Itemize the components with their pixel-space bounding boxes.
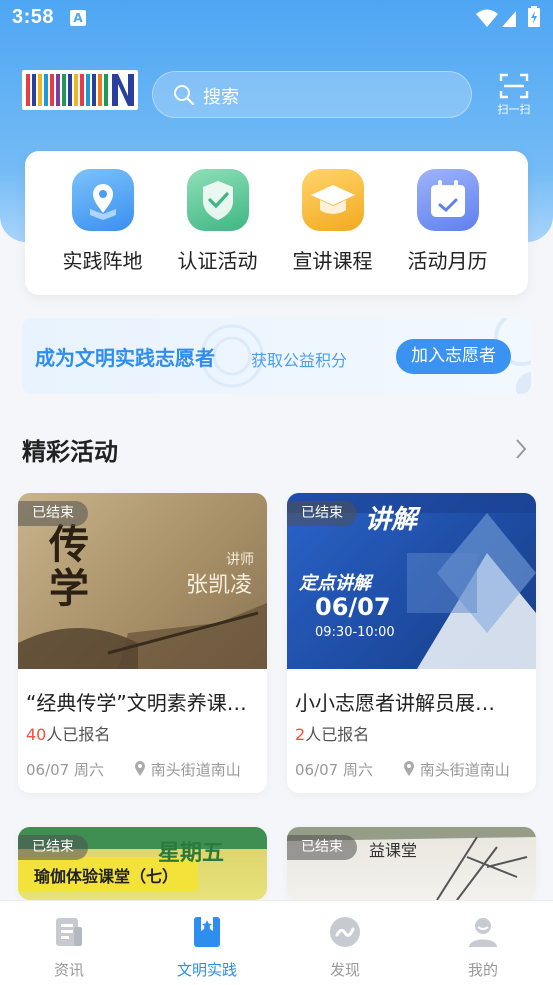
join-volunteer-button[interactable]: 加入志愿者 [396,339,511,374]
quick-entry-label: 认证活动 [177,249,258,273]
quick-entry-activity-calendar[interactable]: 活动月历 [390,169,505,274]
tab-civilization-practice[interactable]: 文明实践 [157,915,257,980]
activity-thumbnail: 益课堂 已结束 [287,827,536,900]
section-title: 精彩活动 [22,438,118,466]
tab-label: 文明实践 [176,961,237,979]
quick-entry-label: 实践阵地 [62,249,143,273]
activity-card[interactable]: 讲解 定点讲解 06/07 09:30-10:00 已结束 小小志愿者讲解员展…… [287,493,536,793]
location-pin-icon [135,761,145,776]
activity-thumbnail: 星期五 瑜伽体验课堂（七） 已结束 [18,827,267,900]
profile-icon [469,918,497,947]
signup-suffix: 人已报名 [305,725,370,744]
search-icon [174,85,195,106]
activity-card[interactable]: 星期五 瑜伽体验课堂（七） 已结束 [18,827,267,900]
bookmark-star-icon [194,917,220,947]
activity-title: “经典传学”文明素养课… [26,691,247,715]
battery-icon [528,6,540,27]
status-badge: 已结束 [287,835,357,860]
tab-news[interactable]: 资讯 [19,915,119,980]
tab-label: 发现 [329,961,360,979]
signup-info: 2人已报名 [295,721,369,745]
shield-check-icon [186,169,249,231]
status-badge: 已结束 [287,501,357,526]
signup-count: 40 [26,725,47,744]
banner-title: 成为文明实践志愿者 [35,346,215,370]
signup-count: 2 [295,725,306,744]
activity-card[interactable]: 益课堂 已结束 [287,827,536,900]
location-text: 南头街道南山 [150,761,241,779]
signup-info: 40人已报名 [26,721,110,745]
discover-icon [330,917,360,947]
app-logo [22,70,138,110]
activity-thumbnail: 讲解 定点讲解 06/07 09:30-10:00 已结束 [287,493,536,669]
thumbnail-time: 09:30-10:00 [315,625,395,640]
activity-card[interactable]: 传学 讲师 张凯凌 已结束 “经典传学”文明素养课… 40人已报名 06/07 … [18,493,267,793]
tab-discover[interactable]: 发现 [295,915,395,980]
thumbnail-title: 讲解 [365,505,418,535]
tab-label: 我的 [467,961,498,979]
activity-thumbnail: 传学 讲师 张凯凌 已结束 [18,493,267,669]
activity-date: 06/07 周六 [295,761,373,779]
tab-profile[interactable]: 我的 [433,915,533,980]
volunteer-banner[interactable]: 成为文明实践志愿者 获取公益积分 加入志愿者 [22,318,531,394]
scan-icon [499,73,529,99]
graduation-cap-icon [301,169,364,231]
quick-entry-lecture-course[interactable]: 宣讲课程 [275,169,390,274]
quick-entry-label: 活动月历 [407,249,488,273]
tab-label: 资讯 [53,961,84,979]
location-pin-icon [404,761,414,776]
search-input[interactable]: 搜索 [152,71,472,118]
thumbnail-date: 06/07 [315,593,391,621]
bottom-tab-bar: 资讯 文明实践 发现 我的 [0,900,553,985]
wifi-icon [476,9,498,27]
status-bar: 3:58 A [0,0,553,38]
status-badge: 已结束 [18,835,88,860]
news-icon [56,918,82,946]
location-text: 南头街道南山 [419,761,510,779]
quick-entry-certified-activity[interactable]: 认证活动 [160,169,275,274]
status-time: 3:58 [12,6,55,28]
thumbnail-subtitle: 瑜伽体验课堂（七） [34,867,179,886]
chevron-right-icon[interactable] [514,438,528,460]
signup-suffix: 人已报名 [46,725,111,744]
thumbnail-title: 传学 [42,523,88,611]
activity-title: 小小志愿者讲解员展… [295,691,495,715]
thumbnail-name: 张凯凌 [186,573,253,598]
activity-location: 南头街道南山 [403,759,510,780]
activity-location: 南头街道南山 [134,759,241,780]
calendar-icon [416,169,479,231]
quick-entry-panel: 实践阵地 认证活动 宣讲课程 活动月历 [25,151,528,295]
quick-entry-label: 宣讲课程 [292,249,373,273]
search-placeholder: 搜索 [203,87,239,108]
notification-icon: A [70,10,86,26]
banner-subtitle: 获取公益积分 [251,351,348,370]
quick-entry-practice-base[interactable]: 实践阵地 [45,169,160,274]
location-icon [71,169,134,231]
status-badge: 已结束 [18,501,88,526]
scan-label: 扫一扫 [497,103,531,116]
thumbnail-subtitle: 定点讲解 [299,573,371,594]
thumbnail-subtitle: 益课堂 [369,841,418,860]
scan-button[interactable]: 扫一扫 [490,70,538,122]
signal-icon [502,11,516,27]
thumbnail-role: 讲师 [226,552,254,568]
activity-date: 06/07 周六 [26,761,104,779]
